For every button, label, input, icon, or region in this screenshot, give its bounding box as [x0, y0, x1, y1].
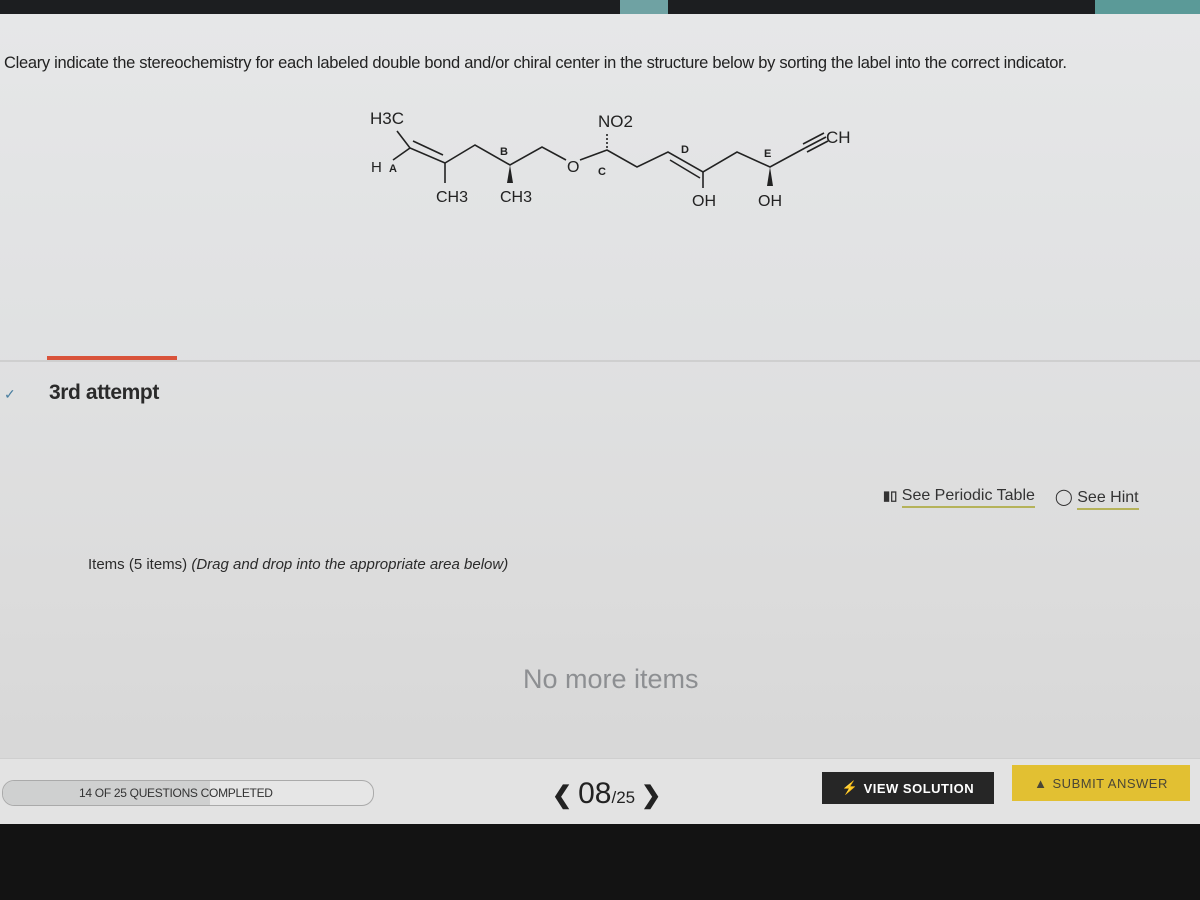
view-solution-button[interactable]: ⚡ VIEW SOLUTION	[822, 772, 994, 804]
periodic-table-label[interactable]: See Periodic Table	[901, 487, 1035, 508]
total-questions: /25	[611, 788, 636, 807]
h-label: H	[371, 159, 382, 176]
label-b: B	[500, 146, 508, 158]
submit-answer-button[interactable]: ▲ SUBMIT ANSWER	[1012, 765, 1190, 801]
bond-chain-1	[396, 130, 567, 166]
view-solution-label: VIEW SOLUTION	[863, 780, 975, 796]
items-instruction: (Drag and drop into the appropriate area…	[191, 556, 509, 573]
prev-question-icon[interactable]: ❮	[552, 781, 572, 810]
label-e: E	[764, 148, 771, 160]
double-bond-a	[412, 140, 444, 156]
items-empty-message: No more items	[523, 664, 699, 694]
items-header: Items (5 items) (Drag and drop into the …	[88, 556, 508, 573]
attempt-indicator-bar	[47, 356, 177, 360]
submit-answer-label: SUBMIT ANSWER	[1052, 775, 1168, 791]
oxygen-label: O	[567, 159, 579, 176]
bond-h	[392, 147, 411, 161]
label-a: A	[389, 163, 397, 175]
bonds	[392, 130, 829, 188]
questions-progress: 14 OF 25 QUESTIONS COMPLETED	[2, 780, 374, 806]
periodic-table-link[interactable]: ▮▯ See Periodic Table	[883, 487, 1035, 508]
lightbulb-icon: ◯	[1054, 489, 1073, 506]
tool-links: ▮▯ See Periodic Table ◯ See Hint	[883, 487, 1139, 510]
triple-bond	[804, 136, 827, 149]
double-bond-d	[669, 159, 701, 179]
oh-label-1: OH	[692, 193, 716, 210]
items-title: Items (5 items)	[88, 556, 188, 573]
no2-label: NO2	[598, 112, 633, 131]
h3c-label: H3C	[370, 109, 404, 128]
label-c: C	[598, 166, 606, 178]
progress-text: 14 OF 25 QUESTIONS COMPLETED	[79, 786, 273, 800]
oh-label-2: OH	[758, 193, 782, 210]
wedge-bond-e	[767, 167, 773, 186]
chevron-down-icon[interactable]: ✓	[4, 386, 16, 403]
next-question-icon[interactable]: ❯	[641, 781, 661, 810]
bar-chart-icon: ▮▯	[883, 488, 898, 503]
current-question: 08	[578, 777, 612, 810]
screen-bezel	[0, 824, 1200, 900]
attempt-label[interactable]: 3rd attempt	[49, 381, 159, 405]
ch3-label-2: CH3	[500, 189, 532, 206]
question-pager: ❮ 08/25 ❯	[552, 777, 661, 811]
lightning-icon: ⚡	[841, 780, 859, 795]
ch-label: CH	[826, 128, 851, 147]
molecule-structure: H3C H A B O C NO2 D E CH3 CH3 OH OH CH	[370, 109, 851, 210]
upload-icon: ▲	[1034, 775, 1048, 791]
wedge-bond-b	[507, 165, 513, 183]
section-divider	[0, 360, 1200, 362]
hint-link[interactable]: ◯ See Hint	[1054, 487, 1139, 510]
hint-label[interactable]: See Hint	[1077, 489, 1139, 510]
ch3-label-1: CH3	[436, 189, 468, 206]
label-d: D	[681, 144, 689, 156]
